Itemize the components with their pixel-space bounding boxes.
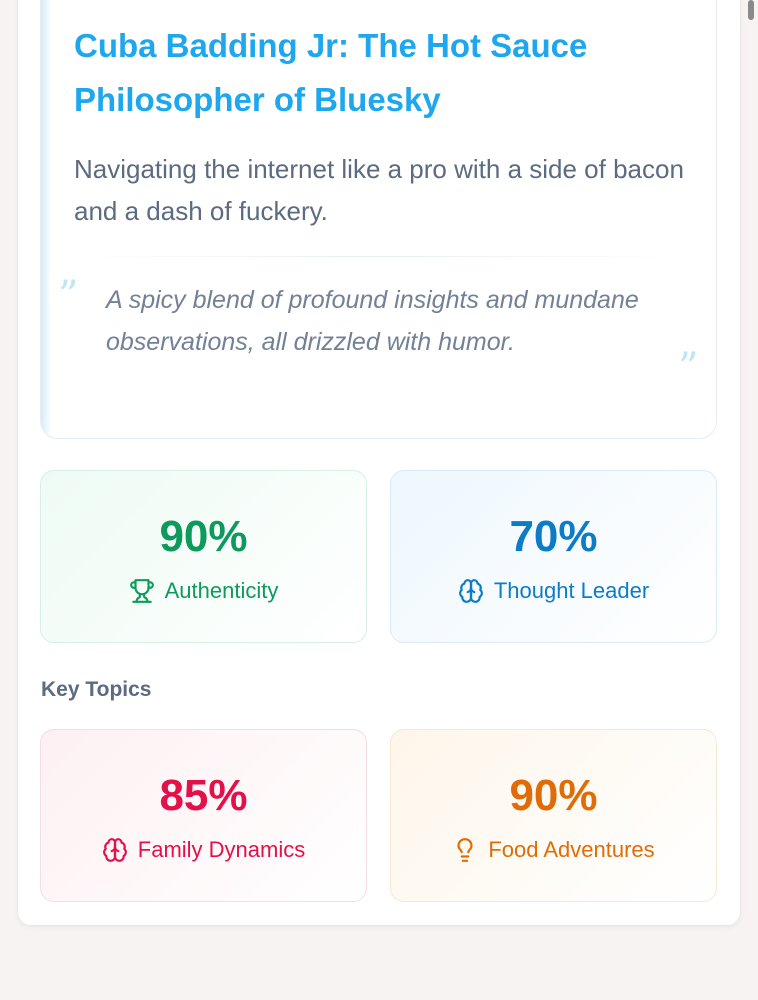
topic-label: Family Dynamics	[137, 837, 306, 862]
brain-icon	[458, 578, 484, 604]
stat-value: 70%	[509, 512, 598, 561]
profile-summary-card: Cuba Badding Jr: The Hot Sauce Philosoph…	[40, 0, 717, 439]
topic-card-food-adventures: 90% Food Adventures	[390, 729, 717, 902]
divider	[74, 256, 683, 257]
scrollbar-thumb[interactable]	[748, 0, 754, 20]
profile-tagline: Navigating the internet like a pro with …	[74, 154, 684, 226]
trophy-icon	[129, 578, 155, 604]
topic-card-family-dynamics: 85% Family Dynamics	[40, 729, 367, 902]
key-topics-heading: Key Topics	[41, 678, 152, 701]
topic-value: 90%	[509, 771, 598, 820]
profile-title: Cuba Badding Jr: The Hot Sauce Philosoph…	[74, 27, 588, 118]
stat-label: Authenticity	[164, 578, 279, 603]
topic-value: 85%	[159, 771, 248, 820]
stat-card-authenticity: 90% Authenticity	[40, 470, 367, 643]
brain-icon	[102, 837, 128, 863]
stat-value: 90%	[159, 512, 248, 561]
profile-quote: A spicy blend of profound insights and m…	[106, 286, 639, 356]
topic-label: Food Adventures	[488, 837, 655, 862]
close-quote-icon: ”	[678, 345, 699, 391]
stat-card-thought-leader: 70% Thought Leader	[390, 470, 717, 643]
lightbulb-icon	[452, 837, 478, 863]
open-quote-icon: ”	[58, 273, 79, 319]
stat-label: Thought Leader	[493, 578, 650, 603]
